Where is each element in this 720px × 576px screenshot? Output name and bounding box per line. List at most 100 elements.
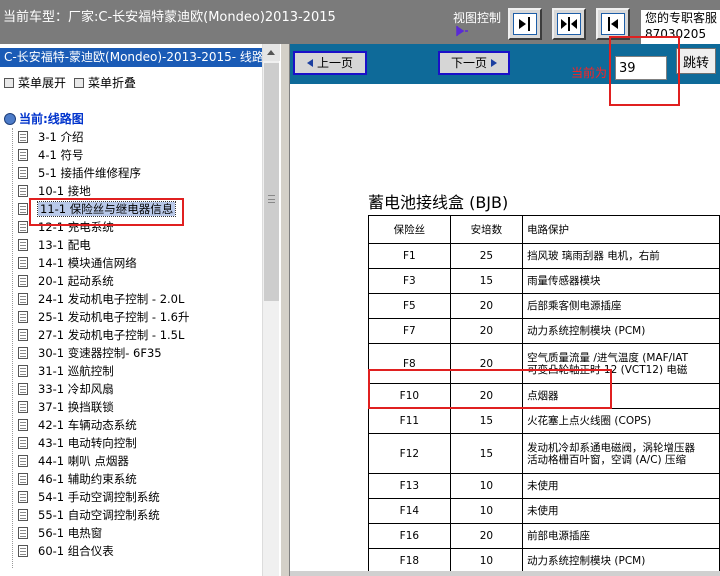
document-icon — [18, 383, 28, 395]
amperage-cell: 20 — [449, 293, 524, 319]
tree-item[interactable]: 14-1 模块通信网络 — [18, 254, 268, 272]
fuse-cell: F1 — [368, 243, 451, 269]
tree-item-label: 44-1 喇叭 点烟器 — [38, 454, 129, 468]
tree-item-label: 10-1 接地 — [38, 184, 91, 198]
tree-item[interactable]: 25-1 发动机电子控制 - 1.6升 — [18, 308, 268, 326]
tree-item-label: 25-1 发动机电子控制 - 1.6升 — [38, 310, 190, 324]
tree-item[interactable]: 46-1 辅助约束系统 — [18, 470, 268, 488]
tree-item-label: 31-1 巡航控制 — [38, 364, 114, 378]
tree-item-label: 27-1 发动机电子控制 - 1.5L — [38, 328, 185, 342]
arrow-left-bar-icon — [608, 17, 618, 31]
book-icon — [4, 77, 14, 88]
tree-panel-title: C-长安福特-蒙迪欧(Mondeo)-2013-2015- 线路图 — [0, 48, 262, 67]
tree-item-label: 60-1 组合仪表 — [38, 544, 114, 558]
tree-item[interactable]: 5-1 接插件维修程序 — [18, 164, 268, 182]
amperage-cell: 10 — [449, 473, 524, 499]
circuit-text: 动力系统控制模块 (PCM) — [527, 555, 646, 567]
document-icon — [18, 455, 28, 467]
scroll-thumb[interactable] — [264, 63, 279, 301]
next-page-button[interactable]: 下一页 — [438, 51, 510, 75]
fuse-cell: F13 — [368, 473, 451, 499]
current-page-label: 当前为 — [571, 66, 608, 80]
view-expand-right-button[interactable] — [508, 8, 542, 40]
document-icon — [18, 257, 28, 269]
tree-item[interactable]: 55-1 自动空调控制系统 — [18, 506, 268, 524]
tree-item[interactable]: 42-1 车辆动态系统 — [18, 416, 268, 434]
tree-item[interactable]: 30-1 变速器控制- 6F35 — [18, 344, 268, 362]
amperage-cell: 15 — [449, 268, 524, 294]
collapse-all-button[interactable]: 菜单折叠 — [74, 74, 136, 91]
customer-service-label: 您的专职客服 — [645, 11, 718, 25]
fuse-cell: F3 — [368, 268, 451, 294]
panel-splitter[interactable] — [280, 44, 290, 576]
document-icon — [18, 473, 28, 485]
document-title: 蓄电池接线盒 (BJB) — [368, 193, 509, 212]
tree-item[interactable]: 4-1 符号 — [18, 146, 268, 164]
tree-item-label: 43-1 电动转向控制 — [38, 436, 137, 450]
tree-item-label: 3-1 介绍 — [38, 130, 84, 144]
tree-item[interactable]: 31-1 巡航控制 — [18, 362, 268, 380]
document-panel: 上一页 下一页 当前为 跳转 蓄电池接线盒 (BJB) 保险丝 安培数 电路保护… — [290, 36, 720, 576]
previous-page-button[interactable]: 上一页 — [293, 51, 367, 75]
circuit-cell: 挡风玻 璃雨刮器 电机，右前 — [522, 243, 720, 269]
current-car-model: 当前车型：厂家:C-长安福特蒙迪欧(Mondeo)2013-2015 — [3, 10, 336, 25]
tree-item[interactable]: 13-1 配电 — [18, 236, 268, 254]
tree-item-label: 5-1 接插件维修程序 — [38, 166, 141, 180]
circuit-text: 挡风玻 璃雨刮器 电机，右前 — [527, 250, 660, 262]
document-icon — [18, 527, 28, 539]
document-icon — [18, 437, 28, 449]
document-icon — [18, 329, 28, 341]
tree-item-label: 30-1 变速器控制- 6F35 — [38, 346, 162, 360]
tree-root[interactable]: 当前:线路图 — [4, 110, 84, 127]
tree-item[interactable]: 60-1 组合仪表 — [18, 542, 268, 560]
circuit-text: 雨量传感器模块 — [527, 275, 601, 287]
document-icon — [18, 167, 28, 179]
horizontal-scrollbar[interactable] — [290, 571, 720, 576]
document-icon — [18, 347, 28, 359]
table-row: F12 15 发动机冷却系通电磁阀，涡轮增压器 活动格栅百叶窗，空调 (A/C) 压… — [368, 433, 720, 474]
circuit-text: 发动机冷却系通电磁阀，涡轮增压器 活动格栅百叶窗，空调 (A/C) 压缩 — [527, 441, 696, 466]
fuse-cell: F11 — [368, 408, 451, 434]
highlight-box-selected-item — [29, 198, 184, 226]
left-tree-panel: C-长安福特-蒙迪欧(Mondeo)-2013-2015- 线路图 菜单展开 菜… — [0, 44, 280, 576]
tree-item[interactable]: 44-1 喇叭 点烟器 — [18, 452, 268, 470]
grip-icon — [268, 195, 275, 203]
amperage-cell: 15 — [449, 408, 524, 434]
tree-item-label: 55-1 自动空调控制系统 — [38, 508, 160, 522]
view-control-label: 视图控制 — [453, 11, 502, 25]
table-row: F3 15 雨量传感器模块 — [368, 268, 720, 294]
tree-item[interactable]: 43-1 电动转向控制 — [18, 434, 268, 452]
document-icon — [18, 185, 28, 197]
view-split-button[interactable] — [552, 8, 586, 40]
tree-item[interactable]: 37-1 换挡联锁 — [18, 398, 268, 416]
document-icon — [18, 545, 28, 557]
tree-item-label: 37-1 换挡联锁 — [38, 400, 114, 414]
scroll-up-icon[interactable] — [263, 44, 280, 61]
collapse-all-label: 菜单折叠 — [88, 76, 137, 90]
tree-item[interactable]: 33-1 冷却风扇 — [18, 380, 268, 398]
tree-item[interactable]: 3-1 介绍 — [18, 128, 268, 146]
document-icon — [18, 401, 28, 413]
expand-all-button[interactable]: 菜单展开 — [4, 74, 66, 91]
header-circuit: 电路保护 — [522, 215, 720, 244]
tree-item[interactable]: 56-1 电热窗 — [18, 524, 268, 542]
circuit-cell: 前部电源插座 — [522, 523, 720, 549]
fuse-cell: F7 — [368, 318, 451, 344]
amperage-cell: 15 — [449, 433, 524, 474]
circuit-text: 火花塞上点火线圈 (COPS) — [527, 415, 652, 427]
table-row: F7 20 动力系统控制模块 (PCM) — [368, 318, 720, 344]
tree-guide-line — [12, 128, 13, 568]
triangle-left-icon — [306, 59, 313, 67]
jump-button[interactable]: 跳转 — [676, 48, 716, 74]
tree-item[interactable]: 27-1 发动机电子控制 - 1.5L — [18, 326, 268, 344]
circuit-cell: 动力系统控制模块 (PCM) — [522, 548, 720, 574]
tree-list: 3-1 介绍 4-1 符号 5-1 接插件维修程序 10-1 接地 11-1 保险丝与继… — [18, 128, 268, 560]
fuse-cell: F12 — [368, 433, 451, 474]
tree-item-label: 13-1 配电 — [38, 238, 91, 252]
tree-item[interactable]: 54-1 手动空调控制系统 — [18, 488, 268, 506]
tree-item[interactable]: 24-1 发动机电子控制 - 2.0L — [18, 290, 268, 308]
tree-item[interactable]: 20-1 起动系统 — [18, 272, 268, 290]
split-view-icon — [561, 17, 577, 31]
circuit-cell: 发动机冷却系通电磁阀，涡轮增压器 活动格栅百叶窗，空调 (A/C) 压缩 — [522, 433, 720, 474]
tree-scrollbar[interactable] — [262, 44, 280, 576]
